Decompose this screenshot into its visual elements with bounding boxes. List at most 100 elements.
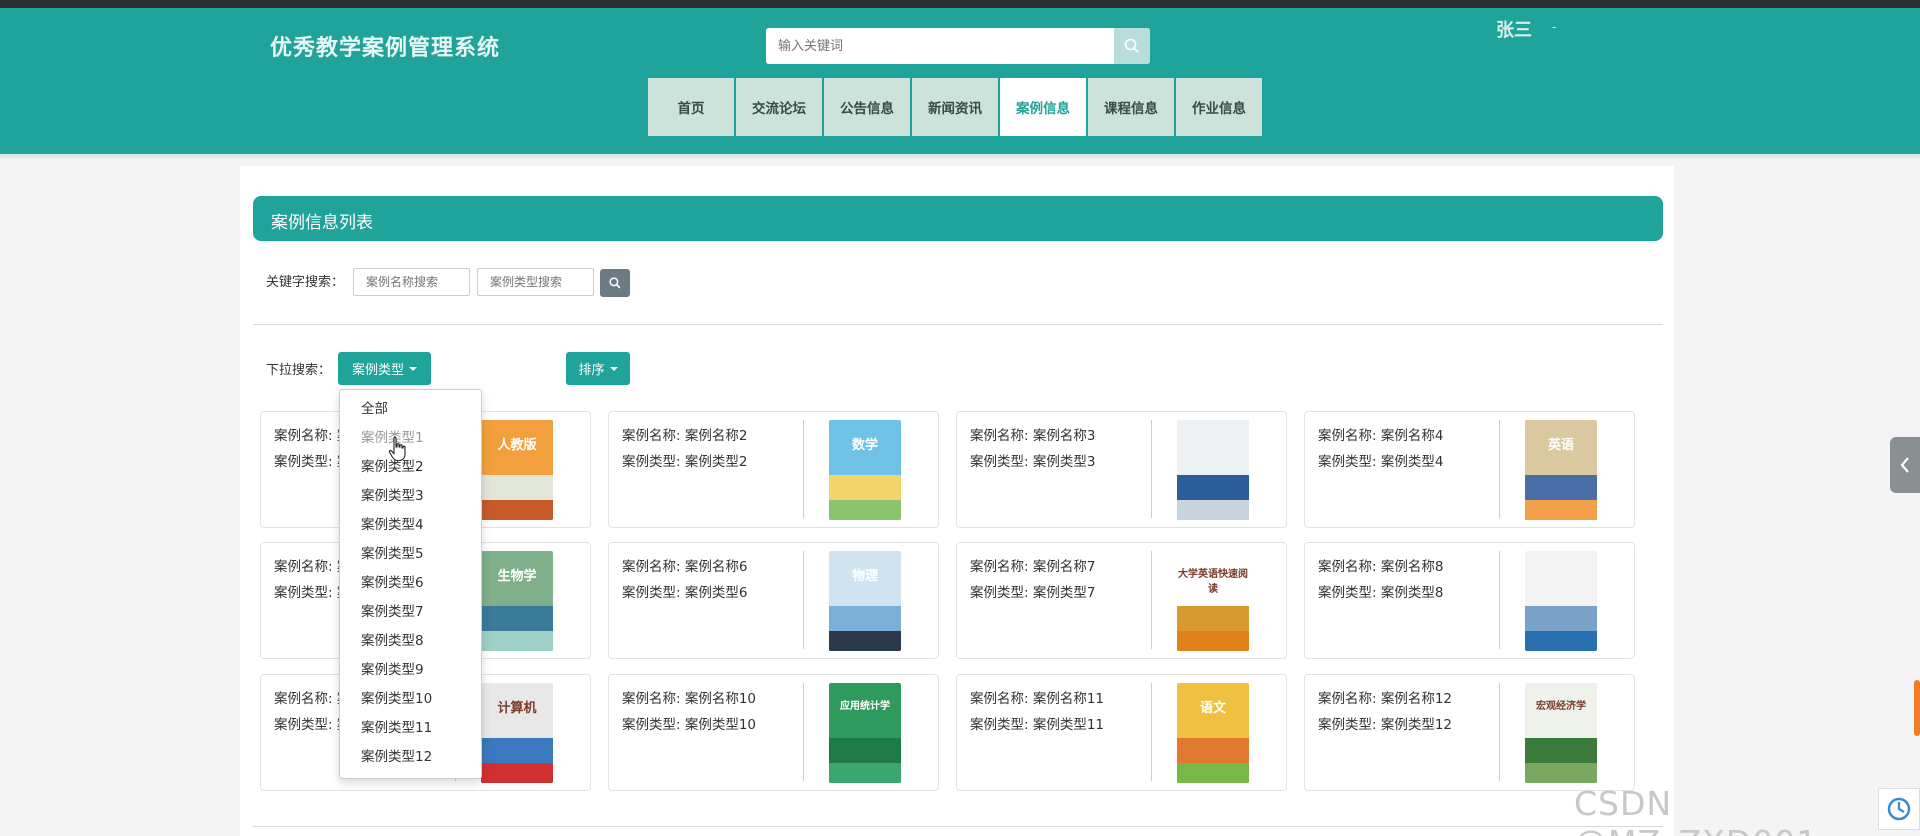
nav-item[interactable]: 作业信息 (1176, 78, 1262, 136)
case-type-search-input[interactable] (477, 268, 594, 296)
dropdown-menu-item[interactable]: 案例类型12 (340, 743, 481, 772)
case-cover-image[interactable]: 数学 (829, 420, 901, 520)
keyword-search-button[interactable] (600, 269, 630, 297)
dropdown-menu-item[interactable]: 案例类型9 (340, 656, 481, 685)
header-search (766, 28, 1150, 64)
corner-logo[interactable] (1878, 788, 1920, 830)
user-name[interactable]: 张三 (1496, 16, 1532, 42)
cover-band (829, 763, 901, 783)
case-card[interactable]: 案例名称: 案例名称10 案例类型: 案例类型10 应用统计学 (608, 674, 939, 791)
nav-item[interactable]: 课程信息 (1088, 78, 1174, 136)
card-divider (1499, 683, 1500, 781)
case-type-text: 案例类型: 案例类型3 (970, 454, 1096, 470)
nav-item[interactable]: 新闻资讯 (912, 78, 998, 136)
cover-band (481, 763, 553, 783)
cover-title: 宏观经济学 (1536, 701, 1586, 712)
dropdown-menu-item[interactable]: 全部 (340, 395, 481, 424)
case-name-text: 案例名称: 案例名称6 (622, 559, 748, 575)
scroll-indicator[interactable] (1914, 680, 1920, 736)
cover-band (1525, 763, 1597, 783)
cover-title: 语文 (1199, 701, 1226, 716)
nav-item[interactable]: 公告信息 (824, 78, 910, 136)
dropdown-menu-item[interactable]: 案例类型11 (340, 714, 481, 743)
dropdown-menu-item[interactable]: 案例类型5 (340, 540, 481, 569)
case-cover-image[interactable]: 英语 (1525, 420, 1597, 520)
cover-band (829, 500, 901, 520)
panel-title: 案例信息列表 (271, 213, 373, 233)
case-name-text: 案例名称: 案例名称11 (970, 691, 1105, 707)
card-divider (1499, 551, 1500, 649)
case-cover-image[interactable]: 生物学 (481, 551, 553, 651)
case-name-text: 案例名称: 案例名称2 (622, 428, 748, 444)
card-divider (1151, 420, 1152, 518)
dropdown-menu-item[interactable]: 案例类型2 (340, 453, 481, 482)
sort-dropdown-label: 排序 (578, 363, 605, 378)
divider (253, 324, 1663, 325)
dropdown-menu-item[interactable]: 案例类型6 (340, 569, 481, 598)
card-divider (803, 683, 804, 781)
case-type-text: 案例类型: 案例类型2 (622, 454, 748, 470)
case-type-text: 案例类型: 案例类型11 (970, 717, 1105, 733)
case-cover-image[interactable]: 应用统计学 (829, 683, 901, 783)
case-type-dropdown-label: 案例类型 (351, 363, 404, 378)
card-divider (803, 420, 804, 518)
case-cover-image[interactable]: 语文 (1177, 683, 1249, 783)
dropdown-menu-item[interactable]: 案例类型3 (340, 482, 481, 511)
cover-title: 数学 (851, 438, 878, 453)
case-cover-image[interactable]: 物理 (829, 551, 901, 651)
case-type-text: 案例类型: 案例类型6 (622, 585, 748, 601)
case-cover-image[interactable]: 计算机 (481, 683, 553, 783)
user-menu-caret[interactable]: - (1552, 20, 1556, 34)
case-card[interactable]: 案例名称: 案例名称12 案例类型: 案例类型12 宏观经济学 (1304, 674, 1635, 791)
dropdown-menu-item[interactable]: 案例类型8 (340, 627, 481, 656)
search-input[interactable] (766, 28, 1114, 64)
nav-item[interactable]: 案例信息 (1000, 78, 1086, 136)
site-title: 优秀教学案例管理系统 (270, 36, 501, 61)
caret-down-icon (609, 366, 618, 371)
case-name-search-input[interactable] (353, 268, 470, 296)
case-card[interactable]: 案例名称: 案例名称11 案例类型: 案例类型11 语文 (956, 674, 1287, 791)
nav-item[interactable]: 首页 (648, 78, 734, 136)
case-cover-image[interactable]: 人教版 (481, 420, 553, 520)
card-divider (1151, 683, 1152, 781)
case-cover-image[interactable] (1525, 551, 1597, 651)
cover-band (829, 631, 901, 651)
divider (253, 826, 1663, 827)
cover-title: 生物学 (497, 569, 537, 584)
dropdown-menu-item[interactable]: 案例类型4 (340, 511, 481, 540)
case-card[interactable]: 案例名称: 案例名称7 案例类型: 案例类型7 大学英语快速阅读 (956, 542, 1287, 659)
card-divider (1151, 551, 1152, 649)
cover-band (1525, 500, 1597, 520)
case-type-text: 案例类型: 案例类型10 (622, 717, 757, 733)
case-cover-image[interactable]: 宏观经济学 (1525, 683, 1597, 783)
case-name-text: 案例名称: 案例名称10 (622, 691, 757, 707)
case-cover-image[interactable]: 大学英语快速阅读 (1177, 551, 1249, 651)
top-strip (0, 0, 1920, 8)
case-type-text: 案例类型: 案例类型4 (1318, 454, 1444, 470)
watermark: CSDN @MZ_ZXD001 (1574, 784, 1817, 836)
dropdown-menu-item[interactable]: 案例类型1 (340, 424, 481, 453)
case-card[interactable]: 案例名称: 案例名称6 案例类型: 案例类型6 物理 (608, 542, 939, 659)
case-name-text: 案例名称: 案例名称12 (1318, 691, 1453, 707)
case-card[interactable]: 案例名称: 案例名称3 案例类型: 案例类型3 (956, 411, 1287, 528)
case-card[interactable]: 案例名称: 案例名称8 案例类型: 案例类型8 (1304, 542, 1635, 659)
sort-dropdown-button[interactable]: 排序 (566, 352, 630, 385)
nav-item[interactable]: 交流论坛 (736, 78, 822, 136)
cover-band (1177, 631, 1249, 651)
case-card[interactable]: 案例名称: 案例名称4 案例类型: 案例类型4 英语 (1304, 411, 1635, 528)
search-button[interactable] (1114, 28, 1150, 64)
cover-band (1177, 763, 1249, 783)
site-header: 优秀教学案例管理系统 张三 - 首页交流论坛公告信息新闻资讯案例信息课程信息作业… (0, 8, 1920, 158)
case-type-dropdown-menu: 全部 案例类型1 案例类型2 案例类型3 案例类型4 案例类型5 案例类型6 案例类型7 案例类… (339, 389, 482, 779)
panel-header: 案例信息列表 (253, 196, 1663, 241)
case-name-text: 案例名称: 案例名称4 (1318, 428, 1444, 444)
case-type-dropdown-button[interactable]: 案例类型 (338, 352, 431, 385)
side-collapse-tab[interactable] (1890, 437, 1920, 493)
case-cover-image[interactable] (1177, 420, 1249, 520)
case-card[interactable]: 案例名称: 案例名称2 案例类型: 案例类型2 数学 (608, 411, 939, 528)
cover-title: 物理 (851, 569, 878, 584)
dropdown-menu-item[interactable]: 案例类型7 (340, 598, 481, 627)
caret-down-icon (409, 366, 417, 371)
case-name-text: 案例名称: 案例名称7 (970, 559, 1096, 575)
dropdown-menu-item[interactable]: 案例类型10 (340, 685, 481, 714)
